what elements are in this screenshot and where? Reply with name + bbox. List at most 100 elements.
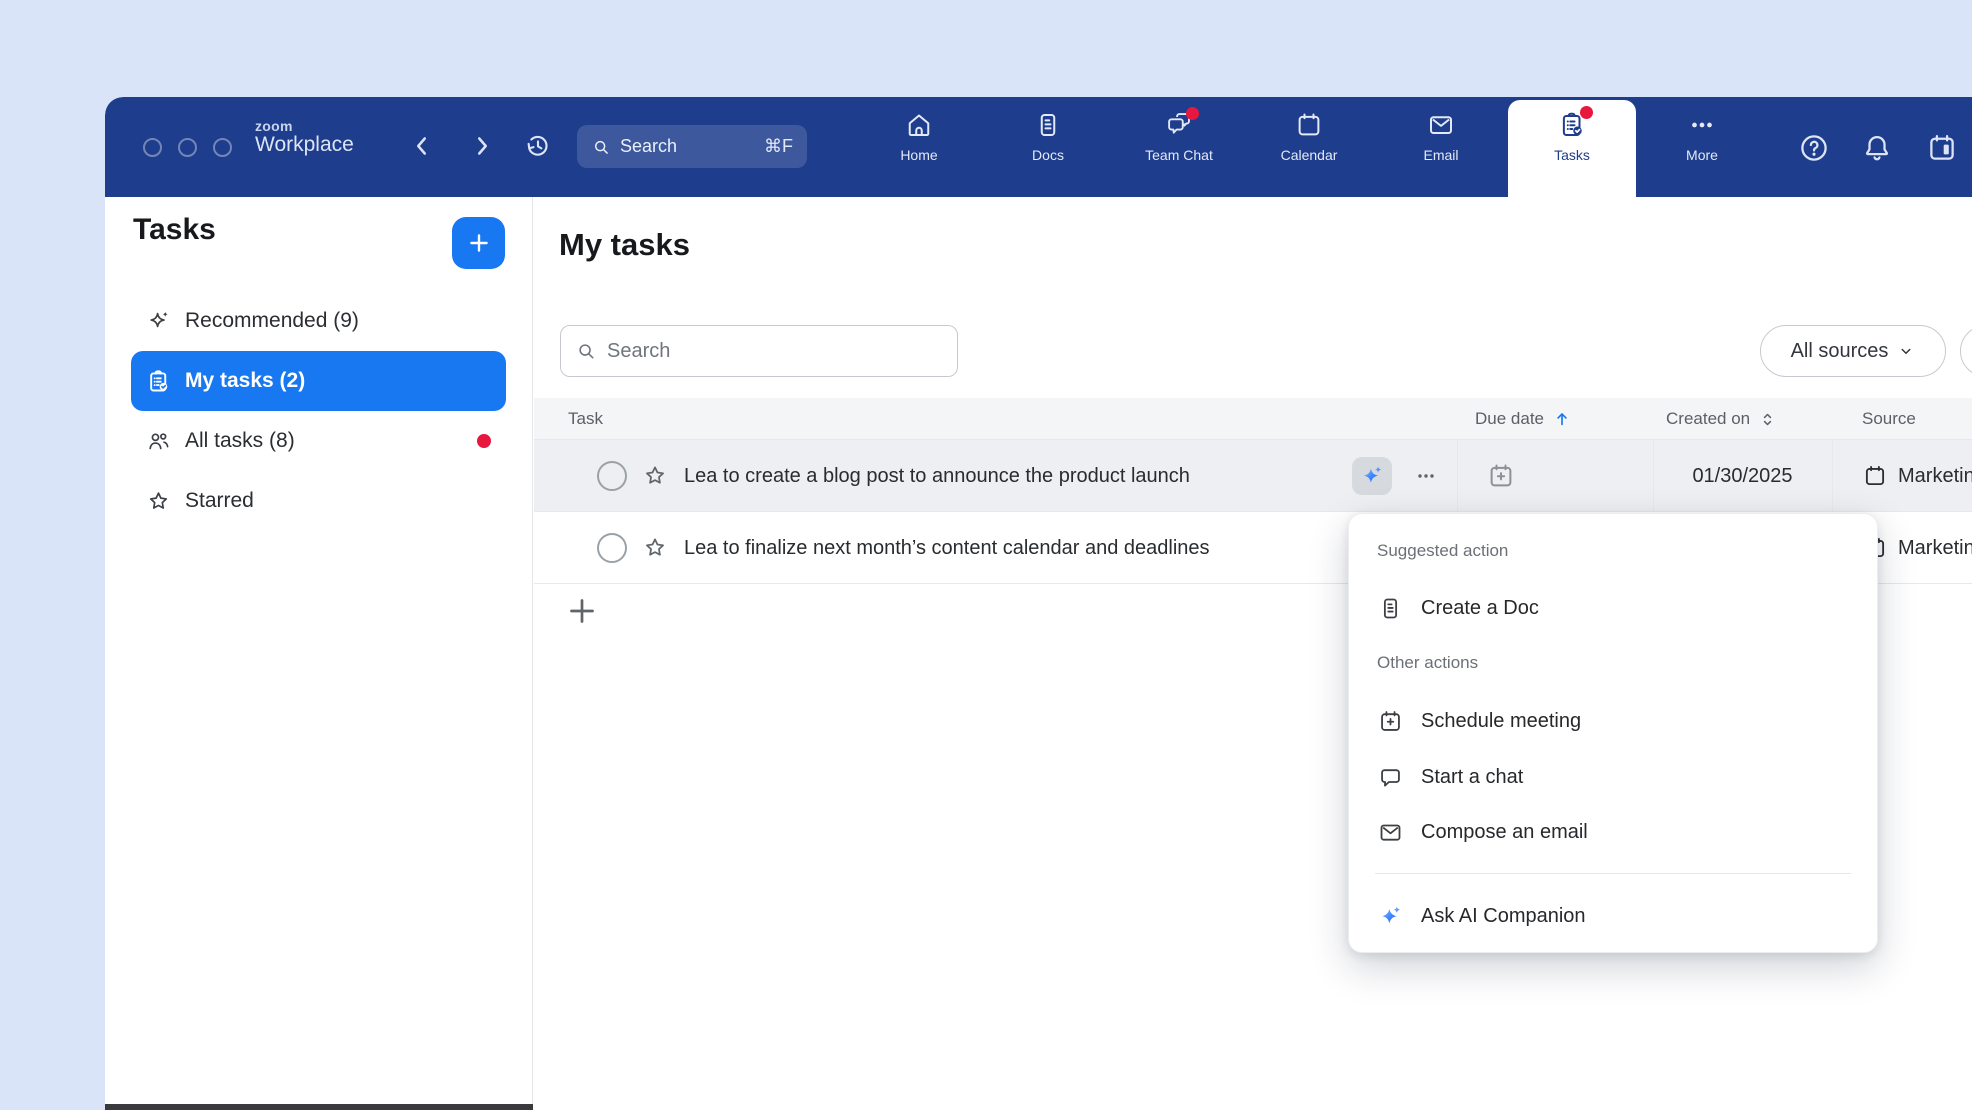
task-title: Lea to create a blog post to announce th… bbox=[684, 440, 1190, 512]
task-search bbox=[560, 325, 958, 377]
menu-item-label: Schedule meeting bbox=[1421, 710, 1581, 733]
sidebar-title: Tasks bbox=[133, 213, 216, 247]
other-actions-label: Other actions bbox=[1377, 653, 1478, 673]
sidebar-item-all-tasks[interactable]: All tasks (8) bbox=[105, 411, 532, 471]
nav-home[interactable]: Home bbox=[859, 110, 979, 190]
team-chat-badge bbox=[1186, 107, 1199, 120]
topbar: zoom Workplace Search ⌘F bbox=[105, 97, 1972, 197]
window-control-dot[interactable] bbox=[213, 138, 232, 157]
schedule-panel-icon[interactable] bbox=[1925, 131, 1959, 165]
sidebar-item-label: My tasks (2) bbox=[185, 369, 305, 393]
nav-calendar-label: Calendar bbox=[1281, 147, 1338, 163]
window-control-dot[interactable] bbox=[178, 138, 197, 157]
sort-both-icon bbox=[1758, 410, 1777, 429]
task-complete-checkbox[interactable] bbox=[597, 461, 627, 491]
menu-item-label: Start a chat bbox=[1421, 766, 1523, 789]
source-value: Marketing bbox=[1898, 440, 1972, 512]
add-task-button-sidebar[interactable] bbox=[452, 217, 505, 269]
nav-docs[interactable]: Docs bbox=[988, 110, 1108, 190]
zoom-workplace-logo: zoom Workplace bbox=[255, 119, 354, 156]
sources-filter-label: All sources bbox=[1791, 340, 1889, 363]
star-icon bbox=[145, 488, 172, 515]
nav-calendar[interactable]: Calendar bbox=[1249, 110, 1369, 190]
source-calendar-icon bbox=[1862, 463, 1888, 489]
sidebar-item-recommended[interactable]: Recommended (9) bbox=[105, 291, 532, 351]
calendar-plus-icon bbox=[1377, 708, 1404, 735]
column-header-task: Task bbox=[568, 398, 603, 440]
created-on-value: 01/30/2025 bbox=[1653, 440, 1832, 512]
ai-companion-button[interactable] bbox=[1352, 457, 1392, 495]
global-search[interactable]: Search ⌘F bbox=[577, 125, 807, 168]
table-header: Task Due date Created on Source bbox=[534, 398, 1972, 440]
nav-team-chat-label: Team Chat bbox=[1145, 147, 1213, 163]
chat-bubble-icon bbox=[1377, 764, 1404, 791]
ai-sparkle-icon bbox=[1359, 463, 1385, 489]
suggested-action-label: Suggested action bbox=[1377, 541, 1508, 561]
menu-item-label: Compose an email bbox=[1421, 821, 1588, 844]
add-due-date-icon[interactable] bbox=[1486, 461, 1516, 491]
search-shortcut: ⌘F bbox=[764, 136, 793, 157]
sort-ascending-icon bbox=[1552, 409, 1572, 429]
docs-icon bbox=[1033, 110, 1063, 140]
notifications-bell-icon[interactable] bbox=[1860, 131, 1894, 165]
search-icon bbox=[575, 340, 597, 362]
task-title: Lea to finalize next month’s content cal… bbox=[684, 512, 1210, 584]
plus-icon bbox=[466, 230, 492, 256]
window-control-dot[interactable] bbox=[143, 138, 162, 157]
menu-item-start-chat[interactable]: Start a chat bbox=[1363, 755, 1863, 799]
window-bottom-edge bbox=[105, 1104, 533, 1110]
sidebar-item-my-tasks[interactable]: My tasks (2) bbox=[131, 351, 506, 411]
sidebar-item-label: All tasks (8) bbox=[185, 429, 295, 453]
menu-item-schedule-meeting[interactable]: Schedule meeting bbox=[1363, 699, 1863, 743]
filter-button-partial[interactable] bbox=[1960, 325, 1972, 377]
column-header-created-on[interactable]: Created on bbox=[1666, 398, 1777, 440]
back-icon[interactable] bbox=[407, 131, 437, 161]
menu-item-create-doc[interactable]: Create a Doc bbox=[1363, 586, 1863, 630]
sidebar-item-starred[interactable]: Starred bbox=[105, 471, 532, 531]
task-row[interactable]: Lea to create a blog post to announce th… bbox=[534, 440, 1972, 512]
team-chat-icon bbox=[1164, 110, 1194, 140]
star-icon[interactable] bbox=[641, 462, 669, 490]
calendar-icon bbox=[1294, 110, 1324, 140]
nav-team-chat[interactable]: Team Chat bbox=[1114, 110, 1244, 190]
column-header-due-date[interactable]: Due date bbox=[1475, 398, 1572, 440]
nav-docs-label: Docs bbox=[1032, 147, 1064, 163]
nav-email-label: Email bbox=[1423, 147, 1458, 163]
nav-more[interactable]: More bbox=[1642, 110, 1762, 190]
menu-item-compose-email[interactable]: Compose an email bbox=[1363, 810, 1863, 854]
brand-zoom: zoom bbox=[255, 119, 354, 134]
history-icon[interactable] bbox=[523, 131, 553, 161]
envelope-icon bbox=[1377, 819, 1404, 846]
sources-filter-dropdown[interactable]: All sources bbox=[1760, 325, 1946, 377]
row-more-button[interactable] bbox=[1406, 461, 1446, 491]
search-placeholder: Search bbox=[620, 136, 755, 157]
column-header-source: Source bbox=[1862, 398, 1916, 440]
star-icon[interactable] bbox=[641, 534, 669, 562]
add-task-button[interactable] bbox=[564, 593, 600, 629]
forward-icon[interactable] bbox=[467, 131, 497, 161]
nav-more-label: More bbox=[1686, 147, 1718, 163]
menu-item-ask-ai-companion[interactable]: Ask AI Companion bbox=[1363, 894, 1863, 938]
doc-icon bbox=[1377, 595, 1404, 622]
search-input[interactable] bbox=[607, 340, 943, 363]
nav-email[interactable]: Email bbox=[1381, 110, 1501, 190]
help-icon[interactable] bbox=[1797, 131, 1831, 165]
email-icon bbox=[1426, 110, 1456, 140]
chevron-down-icon bbox=[1897, 342, 1915, 360]
window-controls bbox=[143, 138, 232, 157]
sidebar-list: Recommended (9) My tasks (2) bbox=[105, 291, 532, 531]
task-complete-checkbox[interactable] bbox=[597, 533, 627, 563]
search-icon bbox=[591, 137, 611, 157]
sidebar-item-label: Starred bbox=[185, 489, 254, 513]
nav-tasks-active-tab[interactable]: Tasks bbox=[1508, 100, 1636, 197]
brand-workplace: Workplace bbox=[255, 134, 354, 156]
tasks-icon bbox=[1557, 110, 1587, 140]
page-title: My tasks bbox=[559, 227, 690, 263]
source-value: Marketing bbox=[1898, 512, 1972, 584]
clipboard-check-icon bbox=[145, 368, 172, 395]
more-icon bbox=[1687, 110, 1717, 140]
nav-tasks-label: Tasks bbox=[1554, 147, 1590, 163]
tasks-sidebar: Tasks Recommended (9) bbox=[105, 197, 533, 1110]
task-actions-popup: Suggested action Create a Doc Other acti… bbox=[1348, 513, 1878, 953]
people-icon bbox=[145, 428, 172, 455]
